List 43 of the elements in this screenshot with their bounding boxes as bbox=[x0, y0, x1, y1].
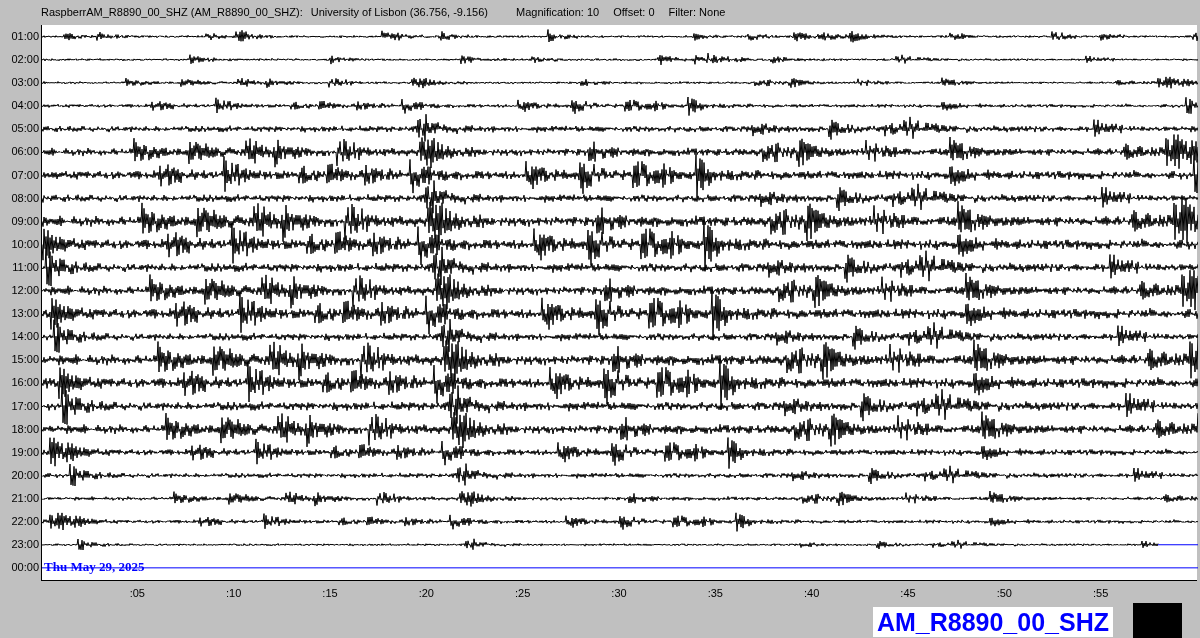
time-tick-label: :50 bbox=[996, 586, 1012, 601]
time-tick-label: :55 bbox=[1093, 586, 1109, 601]
station-label: AM_R8890_00_SHZ bbox=[872, 606, 1113, 637]
time-tick-label: :10 bbox=[226, 586, 242, 601]
filter-text: Filter: None bbox=[668, 5, 726, 21]
station-title: RaspberrAM_R8890_00_SHZ (AM_R8890_00_SHZ): bbox=[41, 5, 303, 21]
hour-label: 07:00 bbox=[10, 167, 40, 183]
hour-label: 00:00 bbox=[10, 560, 40, 576]
hour-label: 09:00 bbox=[10, 213, 40, 229]
time-tick-label: :15 bbox=[322, 586, 338, 601]
time-tick-label: :45 bbox=[900, 586, 916, 601]
time-tick-label: :25 bbox=[515, 586, 531, 601]
time-tick-label: :35 bbox=[707, 586, 723, 601]
hour-label: 16:00 bbox=[10, 375, 40, 391]
location-text: University of Lisbon (36.756, -9.156) bbox=[310, 5, 488, 21]
hour-label: 08:00 bbox=[10, 190, 40, 206]
hour-label: 14:00 bbox=[10, 329, 40, 345]
hour-label: 02:00 bbox=[10, 52, 40, 68]
time-tick-label: :20 bbox=[418, 586, 434, 601]
hour-label: 18:00 bbox=[10, 421, 40, 437]
color-swatch bbox=[1133, 602, 1182, 638]
hour-label: 01:00 bbox=[10, 29, 40, 44]
hour-label: 22:00 bbox=[10, 513, 40, 529]
hour-label: 21:00 bbox=[10, 490, 40, 506]
hour-label: 11:00 bbox=[11, 259, 40, 275]
pending-line bbox=[1157, 544, 1198, 546]
time-tick-label: :05 bbox=[129, 586, 145, 601]
hour-label: 06:00 bbox=[10, 144, 40, 160]
time-tick-label: :40 bbox=[804, 586, 820, 601]
magnification-text: Magnification: 10 bbox=[516, 5, 600, 21]
hour-label: 12:00 bbox=[10, 283, 40, 299]
hour-label: 19:00 bbox=[10, 444, 40, 460]
hour-label: 05:00 bbox=[10, 121, 40, 137]
hour-label: 03:00 bbox=[10, 75, 40, 91]
hour-label: 13:00 bbox=[10, 306, 40, 322]
hour-label: 23:00 bbox=[10, 537, 40, 553]
time-tick-label: :30 bbox=[611, 586, 627, 601]
offset-text: Offset: 0 bbox=[613, 5, 655, 21]
hour-label: 20:00 bbox=[10, 467, 40, 483]
hour-label: 15:00 bbox=[10, 352, 40, 368]
hour-label: 04:00 bbox=[10, 98, 40, 114]
hour-label: 10:00 bbox=[10, 236, 40, 252]
hour-label: 17:00 bbox=[10, 398, 40, 414]
